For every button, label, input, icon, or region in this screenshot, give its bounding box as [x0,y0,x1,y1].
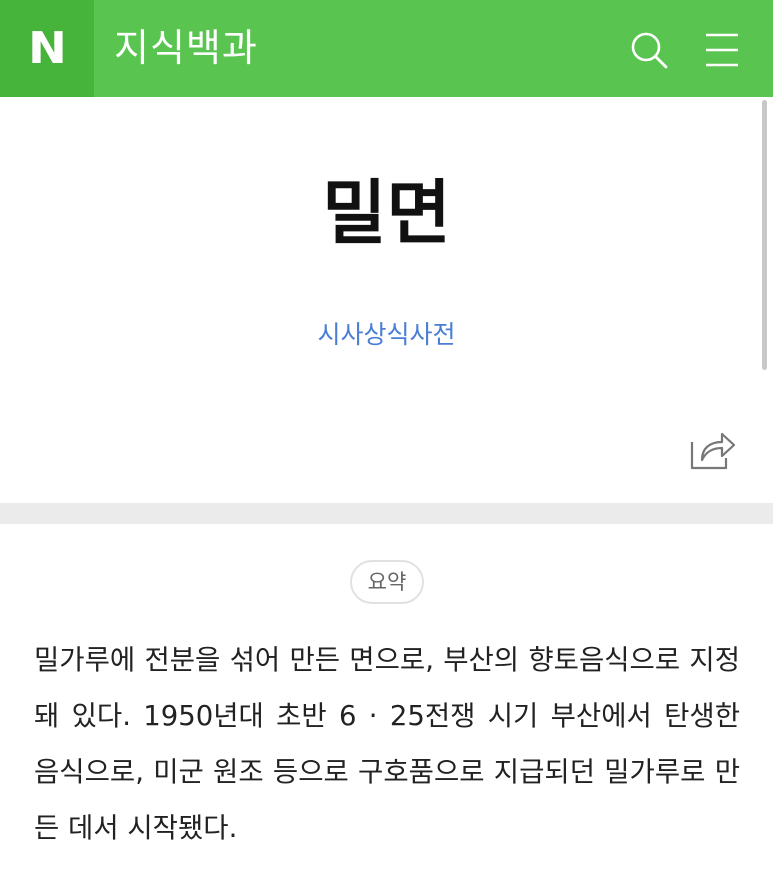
share-button[interactable] [688,428,736,472]
section-divider [0,503,773,524]
search-icon [631,32,668,69]
menu-icon [706,33,738,67]
share-icon [690,432,736,470]
entry-title: 밀면 [322,172,451,254]
summary-badge: 요약 [350,560,424,604]
menu-button[interactable] [700,28,744,72]
naver-logo[interactable]: N [0,0,94,97]
app-root: N 지식백과 밀면 시사상식사전 요약 밀가루에 전분을 섞어 만든 면으로, … [0,0,773,886]
summary-text: 밀가루에 전분을 섞어 만든 면으로, 부산의 향토음식으로 지정돼 있다. 1… [34,644,740,844]
search-button[interactable] [626,28,670,72]
top-header: N 지식백과 [0,0,773,97]
source-dictionary-link[interactable]: 시사상식사전 [0,318,773,352]
service-title[interactable]: 지식백과 [114,22,258,74]
logo-letter: N [27,22,67,74]
